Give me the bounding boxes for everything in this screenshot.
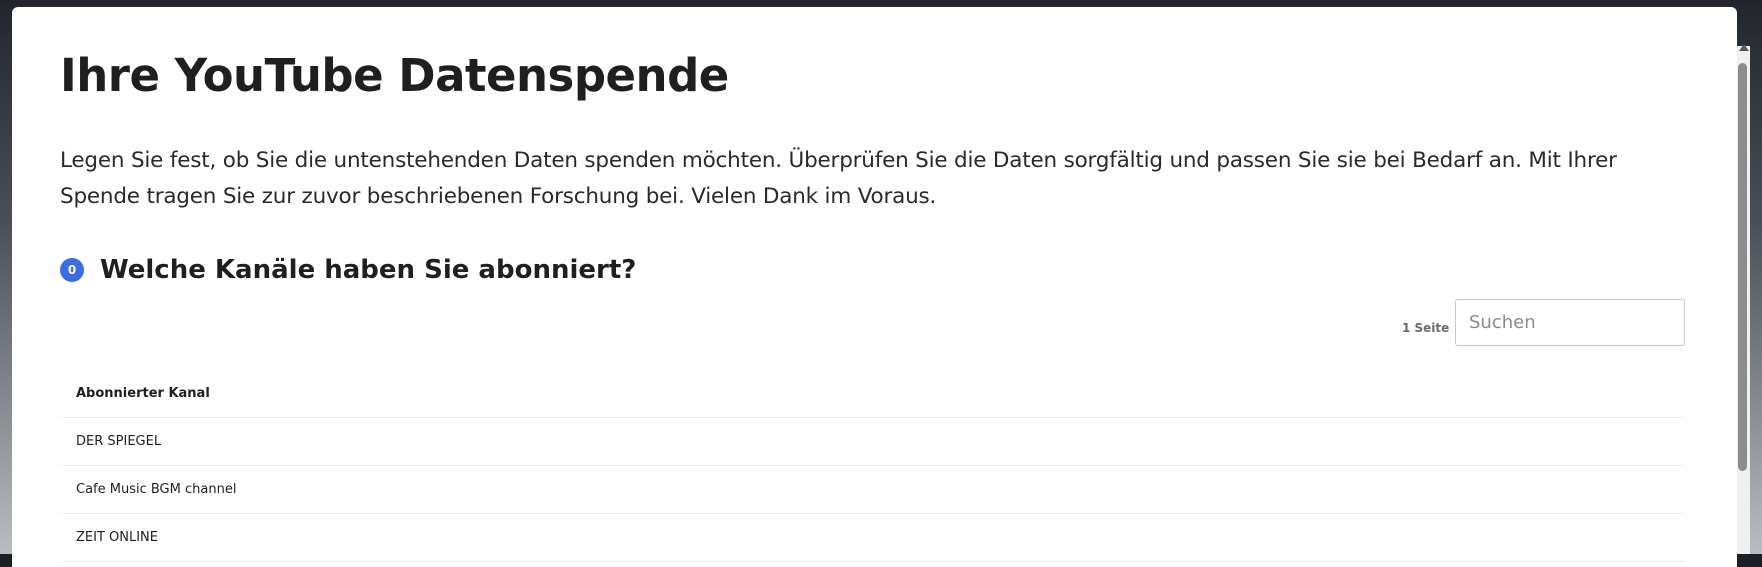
- search-input[interactable]: [1455, 299, 1685, 346]
- page-title: Ihre YouTube Datenspende: [60, 49, 729, 102]
- scrollbar-thumb[interactable]: [1738, 63, 1747, 471]
- section-title: Welche Kanäle haben Sie abonniert?: [100, 255, 637, 285]
- section-heading: 0 Welche Kanäle haben Sie abonniert?: [60, 255, 636, 285]
- table-row[interactable]: ZEIT ONLINE: [60, 514, 1686, 562]
- channels-table: Abonnierter Kanal DER SPIEGEL Cafe Music…: [60, 370, 1686, 562]
- table-row[interactable]: Cafe Music BGM channel: [60, 466, 1686, 514]
- selection-count-badge: 0: [60, 258, 84, 282]
- donation-dialog: Ihre YouTube Datenspende Legen Sie fest,…: [12, 7, 1737, 567]
- table-row[interactable]: DER SPIEGEL: [60, 418, 1686, 466]
- column-header-subscribed-channel[interactable]: Abonnierter Kanal: [60, 370, 1686, 418]
- scroll-up-arrow-icon[interactable]: [1739, 44, 1749, 51]
- intro-text: Legen Sie fest, ob Sie die untenstehende…: [60, 148, 1617, 209]
- page-count-label: 1 Seite: [1402, 321, 1450, 335]
